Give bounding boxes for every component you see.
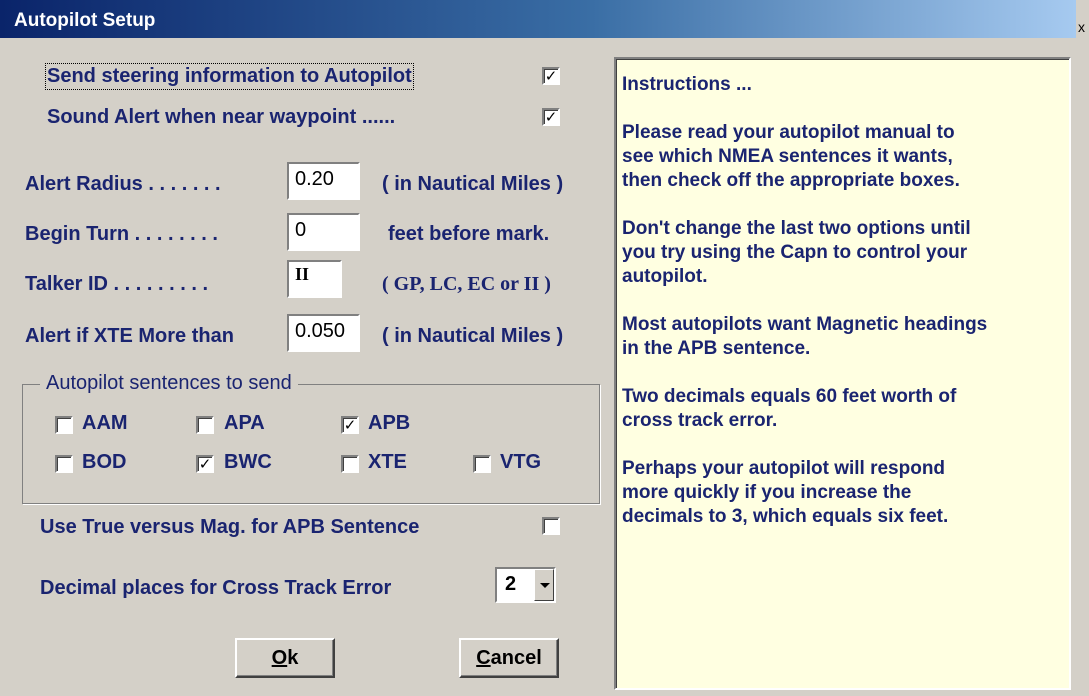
xte-label[interactable]: XTE [368, 451, 407, 474]
alert-radius-label: Alert Radius . . . . . . . [25, 173, 221, 195]
send-steering-checkbox[interactable]: ✓ [542, 67, 560, 85]
talker-id-unit: ( GP, LC, EC or II ) [382, 273, 551, 295]
dropdown-button[interactable] [534, 569, 554, 601]
alert-xte-unit: ( in Nautical Miles ) [382, 325, 564, 347]
cancel-button[interactable]: Cancel [459, 638, 559, 678]
close-icon[interactable]: x [1078, 18, 1089, 36]
sound-alert-label[interactable]: Sound Alert when near waypoint ...... [47, 106, 395, 129]
begin-turn-unit: feet before mark. [388, 223, 550, 245]
ok-button[interactable]: Ok [235, 638, 335, 678]
window-title: Autopilot Setup [14, 10, 156, 31]
ok-label-rest: k [287, 647, 299, 669]
instructions-paragraph: Don't change the last two options until … [622, 218, 971, 287]
autopilot-setup-dialog: Autopilot Setup x Send steering informat… [0, 0, 1089, 696]
apa-checkbox[interactable] [196, 416, 214, 434]
sentences-group [22, 384, 600, 504]
talker-id-label: Talker ID . . . . . . . . . [25, 273, 209, 295]
alert-xte-input[interactable]: 0.050 [287, 314, 360, 352]
aam-checkbox[interactable] [55, 416, 73, 434]
sound-alert-checkbox[interactable]: ✓ [542, 108, 560, 126]
sentences-group-title: Autopilot sentences to send [40, 372, 298, 395]
instructions-heading: Instructions ... [622, 74, 752, 95]
begin-turn-label: Begin Turn . . . . . . . . [25, 223, 218, 245]
true-vs-mag-checkbox[interactable] [542, 517, 560, 535]
alert-radius-input[interactable]: 0.20 [287, 162, 360, 200]
bod-checkbox[interactable] [55, 455, 73, 473]
decimal-places-select[interactable]: 2 [495, 567, 556, 603]
bod-label[interactable]: BOD [82, 451, 126, 474]
apb-checkbox[interactable]: ✓ [341, 416, 359, 434]
instructions-paragraph: Most autopilots want Magnetic headings i… [622, 314, 988, 359]
vtg-checkbox[interactable] [473, 455, 491, 473]
instructions-paragraph: Perhaps your autopilot will respond more… [622, 458, 949, 527]
bwc-label[interactable]: BWC [224, 451, 272, 474]
chevron-down-icon [540, 583, 550, 588]
instructions-paragraph: Two decimals equals 60 feet worth of cro… [622, 386, 957, 431]
title-bar[interactable]: Autopilot Setup [0, 0, 1076, 38]
instructions-paragraph: Please read your autopilot manual to see… [622, 122, 960, 191]
apa-label[interactable]: APA [224, 412, 265, 435]
instructions-panel: Instructions ... Please read your autopi… [614, 57, 1071, 690]
bwc-checkbox[interactable]: ✓ [196, 455, 214, 473]
begin-turn-input[interactable]: 0 [287, 213, 360, 251]
aam-label[interactable]: AAM [82, 412, 128, 435]
decimal-places-value: 2 [505, 573, 517, 595]
decimal-places-label: Decimal places for Cross Track Error [40, 577, 392, 599]
cancel-label-rest: ancel [490, 647, 542, 669]
cancel-mnemonic: C [476, 647, 491, 669]
send-steering-label[interactable]: Send steering information to Autopilot [45, 63, 414, 90]
apb-label[interactable]: APB [368, 412, 410, 435]
true-vs-mag-label[interactable]: Use True versus Mag. for APB Sentence [40, 516, 419, 539]
xte-checkbox[interactable] [341, 455, 359, 473]
talker-id-input[interactable]: II [287, 260, 342, 298]
alert-radius-unit: ( in Nautical Miles ) [382, 173, 564, 195]
ok-mnemonic: O [271, 647, 288, 669]
alert-xte-label: Alert if XTE More than [25, 325, 234, 347]
vtg-label[interactable]: VTG [500, 451, 541, 474]
